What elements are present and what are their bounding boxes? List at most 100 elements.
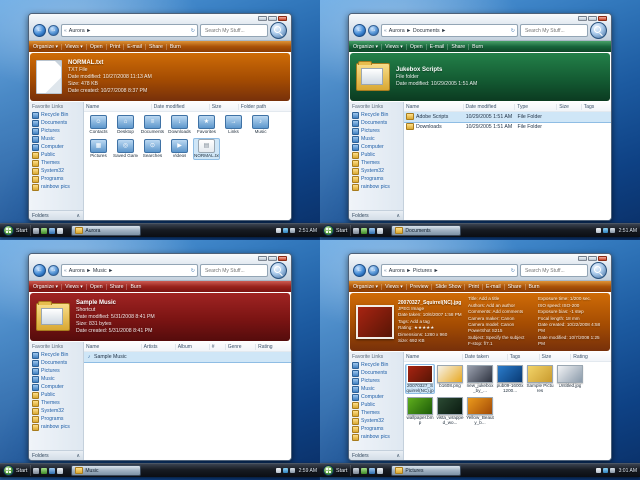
column-header[interactable]: Tags [581, 104, 611, 110]
column-header[interactable]: Name [404, 354, 462, 360]
forward-button[interactable]: → [368, 265, 379, 276]
toolbar-button[interactable]: Organize ▾ [353, 284, 382, 290]
sidebar-item[interactable]: System32 [29, 167, 83, 175]
toolbar-button[interactable]: Share [110, 284, 128, 290]
clock[interactable]: 3:01 AM [617, 468, 637, 474]
quicklaunch-icon-3[interactable] [369, 468, 375, 474]
tray-volume-icon[interactable] [290, 468, 295, 473]
file-row[interactable]: Adobe Scripts 10/29/2005 1:51 AM File Fo… [404, 112, 611, 122]
file-item[interactable]: ▦Pictures [85, 138, 112, 160]
column-header[interactable]: Artists [141, 344, 175, 350]
sidebar-item[interactable]: Public [29, 151, 83, 159]
picture-item[interactable]: Sample Pictures [525, 364, 555, 394]
quicklaunch-icon-1[interactable] [33, 468, 39, 474]
history-chevron-icon[interactable]: « [64, 28, 67, 34]
sidebar-item[interactable]: Documents [349, 119, 403, 127]
search-orb-icon[interactable] [270, 22, 287, 39]
file-item[interactable]: ☺Contacts [85, 114, 112, 136]
taskbar-window-button[interactable]: Pictures [391, 465, 461, 476]
toolbar-button[interactable]: Views ▾ [65, 284, 87, 290]
taskbar-window-button[interactable]: Music [71, 465, 141, 476]
search-box[interactable] [200, 264, 268, 277]
refresh-icon[interactable]: ↻ [511, 28, 515, 34]
quicklaunch-icon-3[interactable] [49, 228, 55, 234]
file-item[interactable]: ◎Saved Games [112, 138, 139, 160]
sidebar-item[interactable]: System32 [29, 407, 83, 415]
quicklaunch-icon-4[interactable] [57, 468, 63, 474]
sidebar-item[interactable]: Recycle Bin [349, 361, 403, 369]
folders-band[interactable]: Folders∧ [29, 210, 83, 220]
sidebar-item[interactable]: Themes [29, 159, 83, 167]
tray-security-icon[interactable] [596, 468, 601, 473]
sidebar-item[interactable]: Recycle Bin [29, 351, 83, 359]
maximize-button[interactable] [588, 256, 597, 261]
sidebar-item[interactable]: rainbow pics [349, 183, 403, 191]
sidebar-item[interactable]: Programs [349, 175, 403, 183]
quicklaunch-icon-1[interactable] [33, 228, 39, 234]
clock[interactable]: 2:51 AM [297, 228, 317, 234]
column-header[interactable]: Name [84, 344, 141, 350]
search-input[interactable] [203, 27, 265, 35]
file-item[interactable]: ♪Music [247, 114, 274, 136]
folders-band[interactable]: Folders∧ [349, 210, 403, 220]
folders-band[interactable]: Folders∧ [29, 450, 83, 460]
quicklaunch-icon-3[interactable] [49, 468, 55, 474]
column-header[interactable]: Name [404, 104, 463, 110]
file-item[interactable]: ▶Videos [166, 138, 193, 160]
start-button[interactable]: Start [3, 225, 31, 236]
column-header[interactable]: Type [514, 104, 556, 110]
sidebar-item[interactable]: Recycle Bin [29, 111, 83, 119]
back-button[interactable]: ← [353, 24, 366, 37]
search-box[interactable] [520, 264, 588, 277]
tray-security-icon[interactable] [276, 468, 281, 473]
sidebar-item[interactable]: Music [349, 385, 403, 393]
breadcrumb-path[interactable]: Aurora ► [69, 28, 92, 34]
tray-network-icon[interactable] [603, 228, 608, 233]
back-button[interactable]: ← [353, 264, 366, 277]
toolbar-button[interactable]: Organize ▾ [353, 44, 382, 50]
sidebar-item[interactable]: Computer [29, 383, 83, 391]
minimize-button[interactable] [258, 16, 267, 21]
picture-item[interactable]: 20070327_Squirrel(NC).jpg [405, 364, 435, 394]
file-item[interactable]: ▤NORMAL.txt [193, 138, 220, 160]
sidebar-item[interactable]: Music [29, 135, 83, 143]
picture-item[interactable]: Untitled.jpg [555, 364, 585, 394]
sidebar-item[interactable]: Pictures [29, 127, 83, 135]
file-item[interactable]: ≡Documents [139, 114, 166, 136]
toolbar-button[interactable]: E-mail [127, 44, 146, 50]
breadcrumb[interactable]: « Aurora ► Documents ► ↻ [381, 24, 518, 37]
folders-band[interactable]: Folders∧ [349, 450, 403, 460]
start-button[interactable]: Start [3, 465, 31, 476]
forward-button[interactable]: → [48, 265, 59, 276]
quicklaunch-icon-1[interactable] [353, 468, 359, 474]
toolbar-button[interactable]: E-mail [430, 44, 449, 50]
tray-security-icon[interactable] [276, 228, 281, 233]
toolbar-button[interactable]: Open [410, 44, 427, 50]
sidebar-item[interactable]: Computer [349, 393, 403, 401]
column-header[interactable]: Rating [255, 344, 291, 350]
breadcrumb[interactable]: « Aurora ► Pictures ► ↻ [381, 264, 518, 277]
tray-security-icon[interactable] [596, 228, 601, 233]
history-chevron-icon[interactable]: « [64, 268, 67, 274]
toolbar-button[interactable]: Share [508, 284, 526, 290]
file-row[interactable]: Downloads 10/29/2005 1:51 AM File Folder [404, 122, 611, 132]
search-input[interactable] [523, 27, 585, 35]
file-item[interactable]: ★Favorites [193, 114, 220, 136]
sidebar-item[interactable]: Documents [29, 359, 83, 367]
start-button[interactable]: Start [323, 225, 351, 236]
forward-button[interactable]: → [48, 25, 59, 36]
picture-item[interactable]: b1608.png [435, 364, 465, 394]
close-button[interactable] [598, 16, 607, 21]
sidebar-item[interactable]: Public [349, 401, 403, 409]
quicklaunch-icon-2[interactable] [41, 468, 47, 474]
sidebar-item[interactable]: Pictures [349, 377, 403, 385]
column-header[interactable]: Tags [507, 354, 539, 360]
column-header[interactable]: Date modified [463, 104, 515, 110]
refresh-icon[interactable]: ↻ [511, 268, 515, 274]
search-box[interactable] [200, 24, 268, 37]
sidebar-item[interactable]: Public [29, 391, 83, 399]
minimize-button[interactable] [578, 256, 587, 261]
toolbar-button[interactable]: Views ▾ [385, 284, 407, 290]
picture-item[interactable]: pub09-1600x1200... [495, 364, 525, 394]
toolbar-button[interactable]: Open [90, 284, 107, 290]
